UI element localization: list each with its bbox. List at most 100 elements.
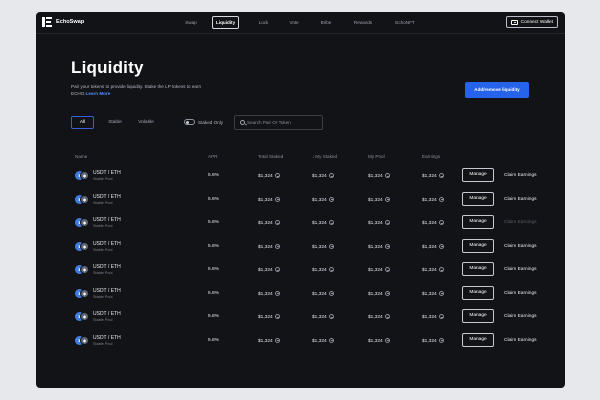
info-icon[interactable] — [384, 220, 390, 225]
info-icon[interactable] — [328, 314, 334, 319]
learn-more-link[interactable]: Learn More — [86, 91, 111, 96]
nav-item-rewards[interactable]: Rewards — [352, 16, 374, 29]
claim-earnings-button[interactable]: Claim Earnings — [504, 267, 537, 272]
info-icon[interactable] — [274, 173, 280, 178]
info-icon[interactable] — [438, 173, 444, 178]
wallet-icon — [510, 19, 518, 25]
info-icon[interactable] — [274, 267, 280, 272]
total-staked-value: $1,324 — [258, 315, 273, 320]
column-header-total-staked[interactable]: Total Staked — [258, 154, 283, 159]
info-icon[interactable] — [328, 243, 334, 249]
column-header-apr[interactable]: APR — [208, 154, 217, 159]
info-icon[interactable] — [328, 290, 334, 296]
add-remove-liquidity-button[interactable]: Add/remove liquidity — [465, 82, 529, 98]
my-staked-value: $1,324 — [312, 291, 327, 297]
manage-button[interactable]: Manage — [462, 309, 494, 323]
info-icon[interactable] — [384, 290, 390, 296]
info-icon[interactable] — [274, 314, 280, 319]
claim-earnings-button[interactable]: Claim Earnings — [504, 314, 537, 319]
pair-name[interactable]: USDT / ETH — [93, 217, 121, 223]
pool-type: Stable Pool — [93, 177, 113, 181]
manage-button[interactable]: Manage — [462, 215, 494, 229]
pool-type: Stable Pool — [93, 200, 113, 205]
info-icon[interactable] — [328, 173, 334, 178]
search-input[interactable] — [247, 116, 321, 129]
nav-item-echonft[interactable]: EchoNFT — [394, 16, 416, 29]
my-staked-value: $1,324 — [312, 244, 327, 250]
column-header-my-staked[interactable]: ↓My Staked — [312, 154, 337, 159]
info-icon[interactable] — [438, 220, 444, 225]
column-header-name[interactable]: Name — [75, 154, 87, 159]
filter-tab-volatile[interactable]: Volatile — [135, 116, 157, 129]
connect-wallet-button[interactable]: Connect Wallet — [505, 16, 558, 28]
info-icon[interactable] — [438, 314, 444, 319]
info-icon[interactable] — [384, 243, 390, 249]
pair-name[interactable]: USDT / ETH — [93, 264, 121, 270]
app-window: EchoSwap Swap Liquidity Lock Vote Bribe … — [36, 12, 565, 388]
info-icon[interactable] — [328, 337, 334, 343]
info-icon[interactable] — [274, 220, 280, 225]
token-pair-icons: ₮◆ — [75, 218, 89, 227]
my-pool-value: $1,324 — [368, 197, 383, 203]
info-icon[interactable] — [328, 267, 334, 272]
my-staked-cell: $1,324 — [312, 267, 334, 273]
nav-item-lock[interactable]: Lock — [258, 16, 269, 29]
info-icon[interactable] — [438, 337, 444, 343]
manage-button[interactable]: Manage — [462, 168, 494, 182]
info-icon[interactable] — [384, 196, 390, 202]
my-pool-value: $1,324 — [368, 221, 383, 226]
top-nav: EchoSwap Swap Liquidity Lock Vote Bribe … — [36, 12, 565, 34]
info-icon[interactable] — [274, 337, 280, 343]
info-icon[interactable] — [274, 290, 280, 296]
total-staked-cell: $1,324 — [258, 220, 280, 226]
filter-tab-stable[interactable]: Stable — [105, 116, 125, 129]
total-staked-cell: $1,324 — [258, 314, 280, 320]
nav-item-liquidity[interactable]: Liquidity — [212, 16, 240, 29]
pool-type: Stable Pool — [93, 341, 113, 346]
info-icon[interactable] — [274, 243, 280, 249]
claim-earnings-button[interactable]: Claim Earnings — [504, 173, 537, 178]
table-row: ₮◆ USDT / ETHStable Pool 5.6% $1,324 $1,324 $… — [72, 282, 537, 305]
info-icon[interactable] — [384, 267, 390, 272]
nav-item-swap[interactable]: Swap — [184, 16, 198, 29]
manage-button[interactable]: Manage — [462, 262, 494, 276]
manage-button[interactable]: Manage — [462, 285, 494, 300]
nav-item-bribe[interactable]: Bribe — [320, 16, 332, 29]
info-icon[interactable] — [438, 290, 444, 296]
column-header-my-pool[interactable]: My Pool — [368, 154, 385, 159]
pair-name[interactable]: USDT / ETH — [93, 241, 121, 247]
info-icon[interactable] — [438, 267, 444, 272]
pair-name[interactable]: USDT / ETH — [93, 288, 121, 294]
info-icon[interactable] — [328, 196, 334, 202]
pair-name[interactable]: USDT / ETH — [93, 194, 121, 200]
claim-earnings-button[interactable]: Claim Earnings — [504, 197, 537, 202]
pair-name[interactable]: USDT / ETH — [93, 170, 121, 176]
claim-earnings-button[interactable]: Claim Earnings — [504, 291, 537, 296]
info-icon[interactable] — [384, 314, 390, 319]
my-staked-header-label: My Staked — [315, 154, 337, 159]
info-icon[interactable] — [438, 196, 444, 202]
nav-item-vote[interactable]: Vote — [288, 16, 300, 29]
staked-only-toggle[interactable] — [184, 119, 195, 125]
manage-button[interactable]: Manage — [462, 238, 494, 253]
claim-earnings-button[interactable]: Claim Earnings — [504, 244, 537, 249]
info-icon[interactable] — [384, 337, 390, 343]
info-icon[interactable] — [274, 196, 280, 202]
my-pool-cell: $1,324 — [368, 220, 390, 226]
manage-button[interactable]: Manage — [462, 191, 494, 206]
claim-earnings-button[interactable]: Claim Earnings — [504, 338, 537, 343]
pair-name[interactable]: USDT / ETH — [93, 311, 121, 317]
my-staked-value: $1,324 — [312, 268, 327, 273]
eth-token-icon: ◆ — [80, 171, 89, 180]
pair-name[interactable]: USDT / ETH — [93, 335, 121, 341]
filter-tab-all[interactable]: All — [71, 116, 94, 129]
info-icon[interactable] — [384, 173, 390, 178]
eth-token-icon: ◆ — [80, 312, 89, 321]
earnings-cell: $1,324 — [422, 290, 444, 297]
info-icon[interactable] — [328, 220, 334, 225]
column-header-earnings[interactable]: Earnings — [422, 154, 440, 159]
manage-button[interactable]: Manage — [462, 332, 494, 347]
info-icon[interactable] — [438, 243, 444, 249]
earnings-cell: $1,324 — [422, 220, 444, 226]
sort-arrow-icon: ↓ — [312, 154, 315, 159]
